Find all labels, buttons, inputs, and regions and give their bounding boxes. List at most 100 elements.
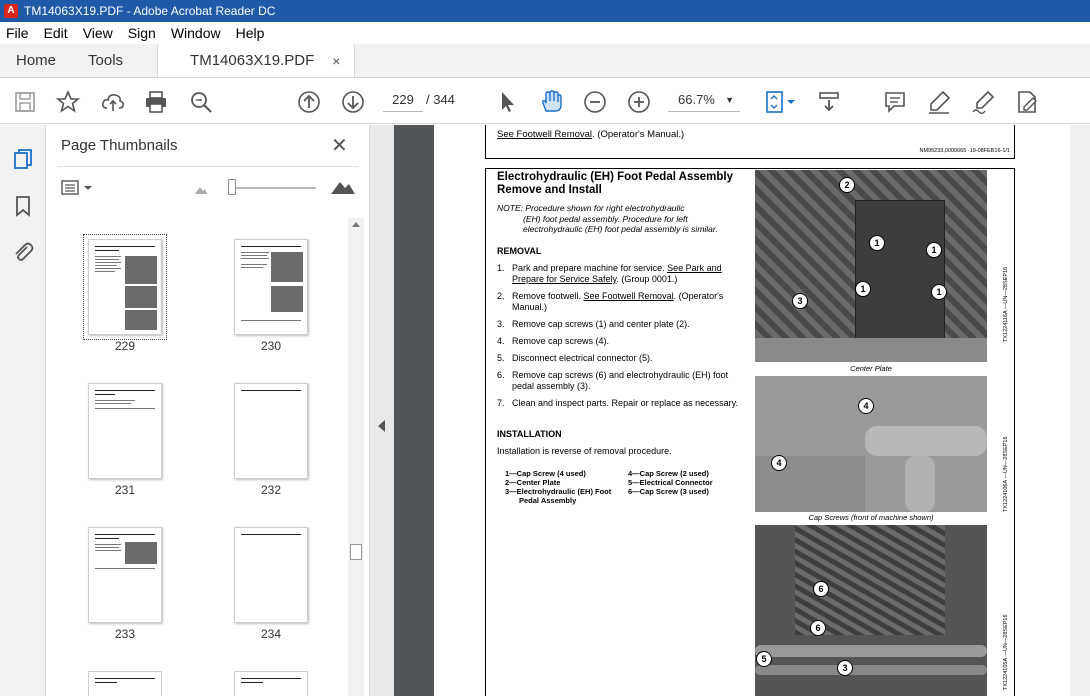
title-bar: A TM14063X19.PDF - Adobe Acrobat Reader … xyxy=(0,0,1090,22)
select-cursor-icon[interactable] xyxy=(494,89,520,115)
zoom-level-select[interactable]: 66.7% ▼ xyxy=(668,88,740,112)
thumbnail-page-number: 230 xyxy=(260,339,282,353)
hand-tool-icon[interactable] xyxy=(538,89,564,115)
callout-3: 3 xyxy=(837,660,853,676)
thumbnail-image xyxy=(234,527,308,623)
chevron-down-icon: ▼ xyxy=(725,95,734,105)
zoom-out-icon[interactable] xyxy=(582,89,608,115)
previous-section-box: See Footwell Removal. (Operator's Manual… xyxy=(485,125,1015,159)
thumbnail-page-number: 231 xyxy=(114,483,136,497)
callout-6: 6 xyxy=(810,620,826,636)
thumbnails-scrollbar[interactable] xyxy=(348,218,364,696)
thumbnail-size-slider-handle[interactable] xyxy=(228,179,236,195)
thumbnail-page-234[interactable]: 234 xyxy=(226,527,316,641)
footwell-removal-step-link[interactable]: See Footwell Removal xyxy=(584,291,674,301)
thumbnail-page-232[interactable]: 232 xyxy=(226,383,316,497)
scroll-up-arrow-icon[interactable] xyxy=(352,222,360,227)
tab-document[interactable]: TM14063X19.PDF × xyxy=(157,44,356,77)
thumbnail-page-229[interactable]: 229 xyxy=(80,234,170,353)
center-plate-photo xyxy=(755,170,987,362)
thumbnails-panel-title: Page Thumbnails xyxy=(61,137,178,154)
collapse-panel-handle[interactable] xyxy=(370,125,394,696)
thumbnail-page-number: 233 xyxy=(114,627,136,641)
thumbnail-image xyxy=(88,527,162,623)
callout-1: 1 xyxy=(869,235,885,251)
previous-page-icon[interactable] xyxy=(296,89,322,115)
thumbnail-image xyxy=(88,383,162,479)
acrobat-icon: A xyxy=(4,4,18,18)
small-mountain-icon xyxy=(194,182,208,194)
footwell-removal-link[interactable]: See Footwell Removal xyxy=(497,129,592,140)
sign-icon[interactable] xyxy=(970,89,996,115)
zoom-search-icon[interactable] xyxy=(188,89,214,115)
chevron-left-icon xyxy=(378,420,385,432)
step-item: 5. Disconnect electrical connector (5). xyxy=(497,353,653,363)
upload-cloud-icon[interactable] xyxy=(100,89,126,115)
step-item: 6. Remove cap screws (6) and electrohydra… xyxy=(497,370,729,391)
menu-edit[interactable]: Edit xyxy=(44,25,68,41)
thumbnail-page-236-partial[interactable] xyxy=(234,671,308,696)
print-icon[interactable] xyxy=(143,89,169,115)
comment-icon[interactable] xyxy=(882,89,908,115)
thumbnail-page-233[interactable]: 233 xyxy=(80,527,170,641)
figure-code-1: TX1224116A —UN—28SEP16 xyxy=(1003,266,1009,342)
cap-screws-caption: Cap Screws (front of machine shown) xyxy=(808,513,934,522)
thumbnail-page-235-partial[interactable] xyxy=(88,671,162,696)
foot-pedal-assembly-photo xyxy=(755,525,987,696)
page-thumbnails-icon[interactable] xyxy=(11,147,35,171)
fit-page-icon[interactable] xyxy=(762,89,798,115)
procedure-note: NOTE: Procedure shown for right electroh… xyxy=(497,203,718,234)
zoom-in-icon[interactable] xyxy=(626,89,652,115)
callout-4: 4 xyxy=(771,455,787,471)
step-item: 7. Clean and inspect parts. Repair or rep… xyxy=(497,398,738,408)
thumbnail-page-number: 234 xyxy=(260,627,282,641)
callout-1: 1 xyxy=(931,284,947,300)
callout-1: 1 xyxy=(926,242,942,258)
menu-view[interactable]: View xyxy=(83,25,113,41)
thumbnail-image xyxy=(83,234,167,340)
menu-bar: File Edit View Sign Window Help xyxy=(0,22,1090,44)
highlight-pen-icon[interactable] xyxy=(926,89,952,115)
next-page-icon[interactable] xyxy=(340,89,366,115)
installation-text: Installation is reverse of removal proce… xyxy=(497,446,672,456)
section-title: Electrohydraulic (EH) Foot Pedal Assembl… xyxy=(497,171,734,196)
tab-close-icon[interactable]: × xyxy=(332,53,340,69)
close-panel-icon[interactable]: ✕ xyxy=(331,133,348,158)
installation-heading: INSTALLATION xyxy=(497,429,562,439)
page-number-input[interactable]: 229 xyxy=(383,88,423,112)
thumbnail-page-231[interactable]: 231 xyxy=(80,383,170,497)
thumbnail-options-menu[interactable] xyxy=(60,177,96,199)
menu-file[interactable]: File xyxy=(6,25,29,41)
step-item: 4. Remove cap screws (4). xyxy=(497,336,610,346)
save-icon[interactable] xyxy=(12,89,38,115)
thumbnail-size-slider-track[interactable] xyxy=(232,187,316,189)
step-item: 3. Remove cap screws (1) and center plate… xyxy=(497,319,690,329)
thumbnails-scrollbar-thumb[interactable] xyxy=(350,544,362,560)
bookmark-star-icon[interactable] xyxy=(55,89,81,115)
menu-sign[interactable]: Sign xyxy=(128,25,156,41)
thumbnail-page-230[interactable]: 230 xyxy=(226,239,316,353)
callout-4: 4 xyxy=(858,398,874,414)
thumbnail-page-number: 232 xyxy=(260,483,282,497)
edit-document-icon[interactable] xyxy=(1014,89,1040,115)
panel-divider xyxy=(58,166,358,167)
document-scrollbar[interactable] xyxy=(1070,125,1090,696)
attachment-paperclip-icon[interactable] xyxy=(11,240,35,264)
center-plate-caption: Center Plate xyxy=(850,364,892,373)
step-item: 1. Park and prepare machine for service. … xyxy=(497,263,722,284)
menu-window[interactable]: Window xyxy=(171,25,221,41)
tab-tools[interactable]: Tools xyxy=(72,44,139,77)
removal-heading: REMOVAL xyxy=(497,246,542,256)
callout-5: 5 xyxy=(756,651,772,667)
cap-screws-photo xyxy=(755,376,987,512)
figure-code-2: TX1224106A —UN—28SEP16 xyxy=(1003,436,1009,512)
tab-home[interactable]: Home xyxy=(0,44,72,77)
figure-code-3: TX1224105A —UN—28SEP16 xyxy=(1003,614,1009,690)
removal-steps: 1. Park and prepare machine for service. … xyxy=(497,263,747,415)
menu-help[interactable]: Help xyxy=(236,25,265,41)
footwell-reference: See Footwell Removal. (Operator's Manual… xyxy=(497,129,685,140)
window-title: TM14063X19.PDF - Adobe Acrobat Reader DC xyxy=(24,4,276,18)
thumbnail-image xyxy=(234,383,308,479)
scroll-mode-icon[interactable] xyxy=(816,89,842,115)
bookmark-icon[interactable] xyxy=(11,194,35,218)
